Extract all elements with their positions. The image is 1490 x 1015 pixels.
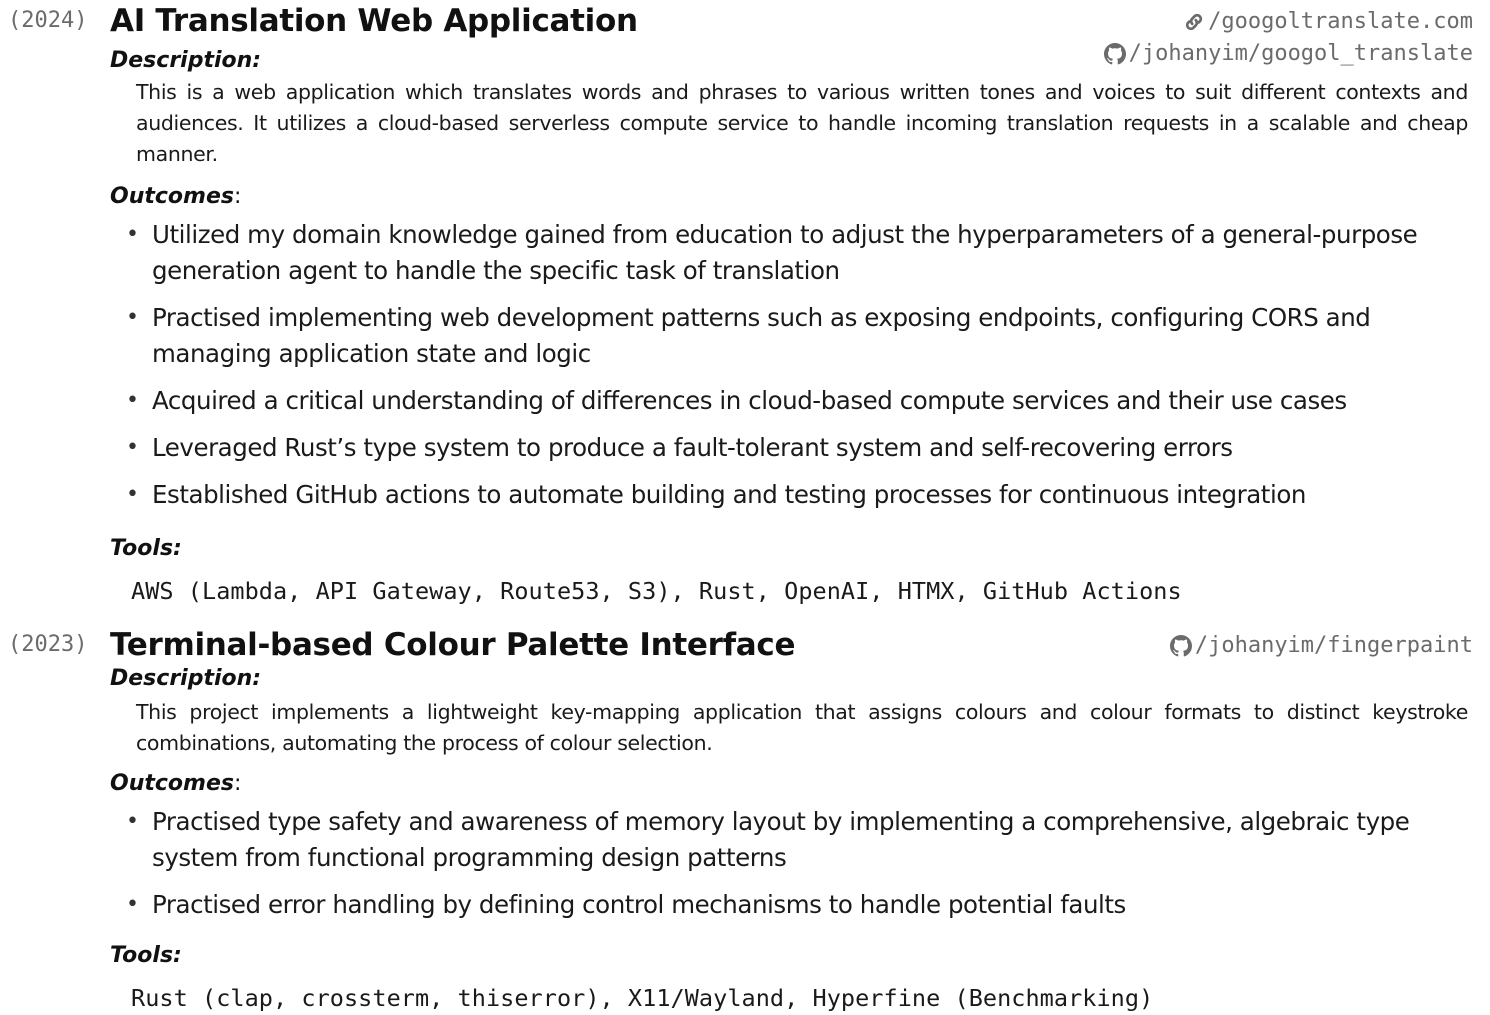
outcome-text: Utilized my domain knowledge gained from… [152,220,1418,285]
outcomes-colon: : [233,771,242,796]
project-links: /googoltranslate.com /johanyim/googol_tr… [1103,6,1473,70]
outcome-text: Practised type safety and awareness of m… [152,807,1410,872]
outcome-text: Acquired a critical understanding of dif… [152,386,1347,415]
outcomes-label-text: Outcomes [110,771,234,796]
bullet: • [126,305,139,330]
tools-label: Tools: [110,941,182,971]
list-item: • Leveraged Rust’s type system to produce… [126,430,1471,466]
project-title: AI Translation Web Application [110,3,638,39]
list-item: • Established GitHub actions to automate … [126,477,1471,513]
project-description: This is a web application which translat… [136,80,1468,166]
outcomes-label: Outcomes: [110,182,241,212]
link-icon [1182,10,1206,34]
outcomes-colon: : [233,184,242,209]
outcomes-list: • Utilized my domain knowledge gained fro… [126,217,1471,524]
list-item: • Practised type safety and awareness of … [126,804,1471,876]
bullet: • [126,809,139,834]
project-description: This project implements a lightweight ke… [136,700,1468,755]
bullet: • [126,388,139,413]
tools-list: AWS (Lambda, API Gateway, Route53, S3), … [131,577,1182,605]
website-link-text: /googoltranslate.com [1208,9,1473,34]
outcome-text: Practised implementing web development p… [152,303,1371,368]
list-item: • Practised error handling by defining co… [126,887,1471,923]
list-item: • Acquired a critical understanding of di… [126,383,1471,419]
github-icon [1169,634,1193,658]
description-label-text: Description: [110,48,262,73]
github-link[interactable]: /johanyim/googol_translate [1103,38,1473,70]
description-label: Description: [110,46,261,76]
outcome-text: Established GitHub actions to automate b… [152,480,1306,509]
tools-label: Tools: [110,534,182,564]
project-title: Terminal-based Colour Palette Interface [110,627,796,663]
bullet: • [126,892,139,917]
outcomes-list: • Practised type safety and awareness of … [126,804,1471,934]
outcomes-label: Outcomes: [110,769,241,799]
github-icon [1103,42,1127,66]
bullet: • [126,435,139,460]
github-link-text: /johanyim/fingerpaint [1194,633,1473,658]
outcome-text: Leveraged Rust’s type system to produce … [152,433,1233,462]
description-label-text: Description: [110,666,262,691]
description-label: Description: [110,664,261,694]
github-link[interactable]: /johanyim/fingerpaint [1169,630,1473,662]
outcome-text: Practised error handling by defining con… [152,890,1126,919]
bullet: • [126,482,139,507]
list-item: • Practised implementing web development … [126,300,1471,372]
list-item: • Utilized my domain knowledge gained fro… [126,217,1471,289]
outcomes-label-text: Outcomes [110,184,234,209]
project-year: (2024) [8,8,88,33]
tools-list: Rust (clap, crossterm, thiserror), X11/W… [131,984,1154,1012]
project-links: /johanyim/fingerpaint [1169,630,1473,662]
github-link-text: /johanyim/googol_translate [1128,41,1473,66]
tools-label-text: Tools: [110,943,182,968]
bullet: • [126,222,139,247]
project-year: (2023) [8,632,88,657]
tools-label-text: Tools: [110,536,182,561]
website-link[interactable]: /googoltranslate.com [1103,6,1473,38]
